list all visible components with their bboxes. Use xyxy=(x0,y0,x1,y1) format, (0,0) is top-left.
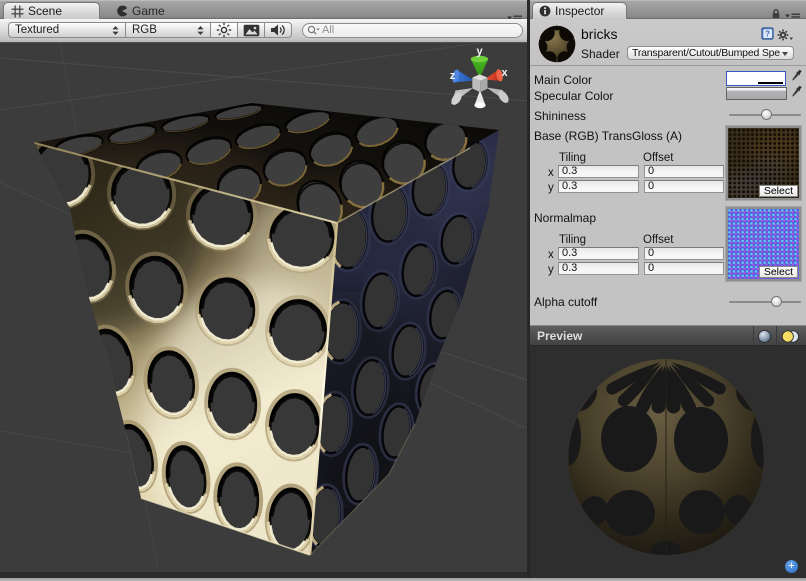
svg-text:?: ? xyxy=(765,29,770,38)
svg-text:z: z xyxy=(450,70,456,82)
svg-text:x: x xyxy=(501,67,508,79)
svg-text:y: y xyxy=(476,46,483,58)
